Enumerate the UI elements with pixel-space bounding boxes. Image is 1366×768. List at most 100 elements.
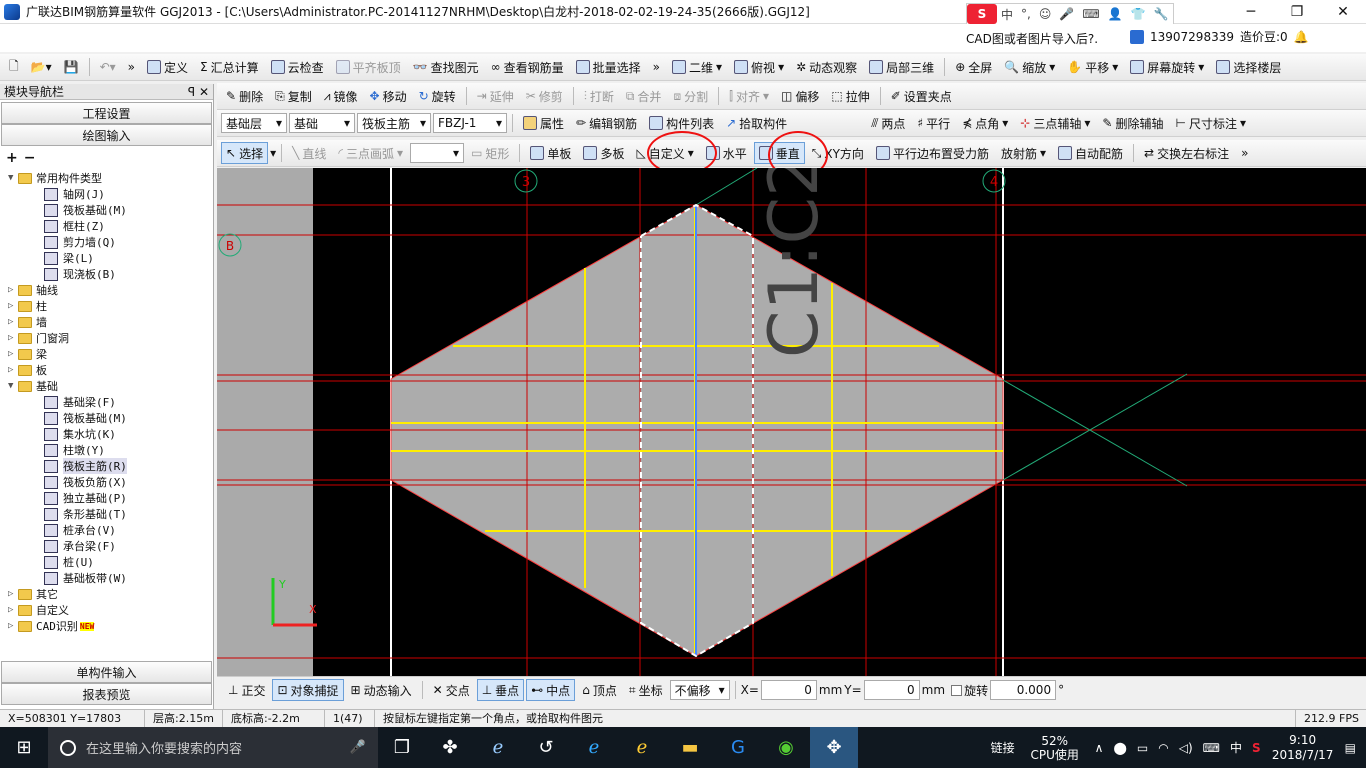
tree-folder[interactable]: ▷ 自定义 <box>0 602 212 618</box>
battery-icon[interactable]: ▭ <box>1137 741 1148 755</box>
overflow-icon-2[interactable]: » <box>648 56 665 78</box>
select-floor-button[interactable]: 选择楼层 <box>1211 56 1286 78</box>
collapsed-caret-icon[interactable]: ▷ <box>8 333 18 343</box>
expanded-caret-icon[interactable]: ▼ <box>8 173 18 183</box>
three-point-aux-button[interactable]: ⊹ 三点辅轴 ▾ <box>1015 112 1095 134</box>
select-button[interactable]: ↖ 选择 <box>221 142 269 164</box>
close-button[interactable]: ✕ <box>1320 0 1366 24</box>
perpendicular-toggle[interactable]: ⊥ 垂点 <box>476 679 525 701</box>
merge-button[interactable]: ⧉ 合并 <box>621 85 667 107</box>
file-explorer-icon[interactable]: ▬ <box>666 727 714 768</box>
collapsed-caret-icon[interactable]: ▷ <box>8 285 18 295</box>
parallel-button[interactable]: ♯ 平行 <box>912 112 955 134</box>
delete-aux-button[interactable]: ✎ 删除辅轴 <box>1097 112 1168 134</box>
tree-item[interactable]: 基础梁(F) <box>0 394 212 410</box>
tree-folder[interactable]: ▷ 梁 <box>0 346 212 362</box>
overflow-icon[interactable]: » <box>123 56 140 78</box>
edge-browser-icon[interactable]: ℯ <box>570 727 618 768</box>
tree-folder[interactable]: ▷ 门窗洞 <box>0 330 212 346</box>
radial-dropdown[interactable]: 放射筋 ▾ <box>996 142 1051 164</box>
nav-close-icon[interactable]: ✕ <box>199 85 209 99</box>
rotate-input[interactable]: 0.000 <box>990 680 1057 700</box>
ie-browser-icon[interactable]: ℯ <box>474 727 522 768</box>
set-grip-button[interactable]: ✐ 设置夹点 <box>886 85 957 107</box>
sogou-tray-icon[interactable]: S <box>1252 741 1261 755</box>
cloud-check-button[interactable]: 云检查 <box>266 56 329 78</box>
tree-folder[interactable]: ▼ 常用构件类型 <box>0 170 212 186</box>
y-input[interactable]: 0 <box>863 680 920 700</box>
point-angle-button[interactable]: ⋠ 点角 ▾ <box>957 112 1013 134</box>
tree-folder[interactable]: ▼ 基础 <box>0 378 212 394</box>
tree-item[interactable]: 现浇板(B) <box>0 266 212 282</box>
drawing-canvas[interactable]: C1:C25@75 3 4 B Y X <box>217 168 1366 676</box>
props-button[interactable]: 属性 <box>518 112 569 134</box>
define-button[interactable]: 定义 <box>142 56 193 78</box>
layer-select[interactable]: 基础层 ▾ <box>221 113 287 133</box>
new-file-icon[interactable]: 🗋 <box>4 56 24 78</box>
ime-toolbar[interactable]: S 中 °, ☺ 🎤 ⌨ 👤 👕 🔧 <box>966 3 1174 25</box>
tree-item[interactable]: 筏板负筋(X) <box>0 474 212 490</box>
volume-icon[interactable]: ◁) <box>1179 741 1193 755</box>
tree-folder[interactable]: ▷ 其它 <box>0 586 212 602</box>
rotate-checkbox[interactable] <box>951 684 963 696</box>
move-button[interactable]: ✥ 移动 <box>365 85 412 107</box>
line-button[interactable]: ╲ 直线 <box>287 142 331 164</box>
x-input[interactable]: 0 <box>760 680 817 700</box>
action-center-icon[interactable]: ▤ <box>1345 741 1356 755</box>
drawing-svg[interactable]: C1:C25@75 3 4 B Y X <box>217 168 1366 676</box>
tree-item[interactable]: 剪力墙(Q) <box>0 234 212 250</box>
multi-board-button[interactable]: 多板 <box>578 142 629 164</box>
green-app-icon[interactable]: ◉ <box>762 727 810 768</box>
mirror-button[interactable]: ⩘ 镜像 <box>319 85 363 107</box>
keyboard-icon[interactable]: ⌨ <box>1082 7 1099 21</box>
collapsed-caret-icon[interactable]: ▷ <box>8 349 18 359</box>
report-preview-button[interactable]: 报表预览 <box>1 683 212 705</box>
clock[interactable]: 9:10 2018/7/17 <box>1271 733 1335 763</box>
swap-labels-button[interactable]: ⇄ 交换左右标注 <box>1139 142 1234 164</box>
user-icon[interactable]: 👤 <box>1108 7 1123 21</box>
split-button[interactable]: ⧈ 分割 <box>668 85 713 107</box>
view2d-dropdown[interactable]: 二维 ▾ <box>667 56 727 78</box>
draw-input-button[interactable]: 绘图输入 <box>1 124 212 146</box>
collapse-all-icon[interactable]: − <box>24 150 36 166</box>
collapsed-caret-icon[interactable]: ▷ <box>8 589 18 599</box>
task-view-icon[interactable]: ❐ <box>378 727 426 768</box>
project-settings-button[interactable]: 工程设置 <box>1 102 212 124</box>
tree-item[interactable]: 桩(U) <box>0 554 212 570</box>
dimension-dropdown[interactable]: ⊢ 尺寸标注 ▾ <box>1170 112 1251 134</box>
undo-icon[interactable]: ↶▾ <box>95 56 121 78</box>
overflow-icon-3[interactable]: » <box>1236 142 1253 164</box>
emoji-icon[interactable]: ☺ <box>1039 7 1052 21</box>
spiral-app-icon[interactable]: ↺ <box>522 727 570 768</box>
maximize-button[interactable]: ❐ <box>1274 0 1320 24</box>
zoom-dropdown[interactable]: 🔍 缩放 ▾ <box>999 56 1060 78</box>
microphone-icon[interactable]: 🎤 <box>350 740 366 755</box>
category-select[interactable]: 基础 ▾ <box>289 113 355 133</box>
tree-item[interactable]: 独立基础(P) <box>0 490 212 506</box>
rotate-button[interactable]: ↻ 旋转 <box>414 85 461 107</box>
pin-icon[interactable]: ꟼ <box>188 85 195 99</box>
wifi-icon[interactable]: ◠ <box>1158 741 1168 755</box>
tree-item[interactable]: 基础板带(W) <box>0 570 212 586</box>
fullscreen-button[interactable]: ⊕ 全屏 <box>950 56 997 78</box>
single-board-button[interactable]: 单板 <box>525 142 576 164</box>
copy-button[interactable]: ⎘ 复制 <box>270 85 317 107</box>
break-button[interactable]: ⫶ 打断 <box>579 85 619 107</box>
auto-config-button[interactable]: 自动配筋 <box>1053 142 1128 164</box>
tree-item[interactable]: 集水坑(K) <box>0 426 212 442</box>
minimize-button[interactable]: ─ <box>1228 0 1274 24</box>
bell-icon[interactable]: 🔔 <box>1294 30 1309 44</box>
taskbar-search[interactable]: 在这里输入你要搜索的内容 🎤 <box>48 727 378 768</box>
calc-button[interactable]: Σ 汇总计算 <box>195 56 264 78</box>
chevron-up-icon[interactable]: ∧ <box>1095 741 1104 755</box>
ime-punct[interactable]: °, <box>1021 7 1031 21</box>
sogou-logo-icon[interactable]: S <box>967 4 997 24</box>
notification-icon[interactable]: ⬤ <box>1113 741 1126 755</box>
flat-top-button[interactable]: 平齐板顶 <box>331 56 406 78</box>
tree-item[interactable]: 框柱(Z) <box>0 218 212 234</box>
fan-app-icon[interactable]: ✤ <box>426 727 474 768</box>
element-select[interactable]: FBZJ-1 ▾ <box>433 113 507 133</box>
tree-item[interactable]: 轴网(J) <box>0 186 212 202</box>
language-indicator[interactable]: 中 <box>1230 739 1242 756</box>
tree-item[interactable]: 条形基础(T) <box>0 506 212 522</box>
